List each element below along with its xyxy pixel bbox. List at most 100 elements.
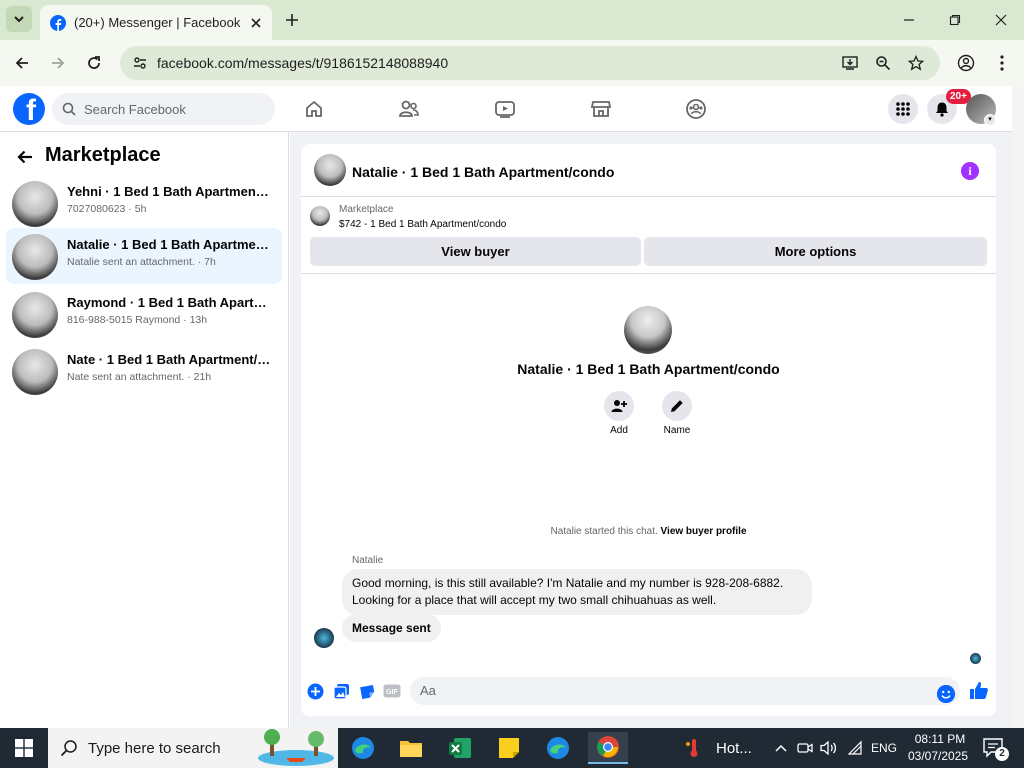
message-line: Looking for a place that will accept my … (352, 593, 717, 607)
incoming-message-bubble[interactable]: Good morning, is this still available? I… (342, 569, 812, 615)
nav-groups[interactable] (681, 94, 711, 124)
network-button[interactable] (845, 738, 865, 758)
attach-photo-button[interactable] (332, 682, 350, 700)
clock-time[interactable]: 08:11 PM (912, 732, 968, 746)
name-button[interactable] (662, 391, 692, 421)
sidebar-title: Marketplace (45, 144, 161, 166)
listing-thumbnail[interactable] (310, 206, 330, 226)
reload-button[interactable] (80, 49, 108, 77)
sticky-note-icon (499, 738, 519, 758)
grid-menu-icon (896, 102, 910, 116)
tab-list-button[interactable] (6, 6, 32, 32)
install-app-button[interactable] (838, 51, 862, 75)
profile-thumbnail (624, 306, 672, 354)
minimize-icon (904, 19, 914, 21)
facebook-logo-icon[interactable]: f (13, 93, 45, 125)
show-hidden-icons-button[interactable] (771, 738, 791, 758)
gif-button[interactable]: GIF (383, 682, 401, 700)
weather-icon[interactable] (684, 738, 704, 758)
taskbar-search[interactable]: Type here to search (48, 728, 338, 768)
tab-close-button[interactable] (244, 11, 268, 35)
name-label: Name (663, 425, 691, 436)
sender-avatar[interactable] (314, 628, 334, 648)
like-button[interactable] (969, 680, 989, 700)
divider (301, 273, 996, 274)
chat-header: Natalie · 1 Bed 1 Bath Apartment/condo i (301, 144, 996, 197)
nav-marketplace[interactable] (586, 94, 616, 124)
profile-button[interactable] (952, 49, 980, 77)
volume-button[interactable] (819, 738, 839, 758)
facebook-search-input[interactable] (84, 101, 254, 117)
sticker-button[interactable] (358, 682, 376, 700)
chat-header-thumbnail[interactable] (314, 154, 346, 186)
chat-panel: Natalie · 1 Bed 1 Bath Apartment/condo i… (301, 144, 996, 716)
video-icon (495, 101, 515, 118)
view-buyer-button[interactable]: View buyer (310, 237, 641, 266)
chat-title[interactable]: Natalie · 1 Bed 1 Bath Apartment/condo (352, 164, 614, 180)
outgoing-message-bubble[interactable]: Message sent (342, 614, 441, 642)
restore-button[interactable] (932, 0, 978, 40)
edge-icon (547, 737, 569, 759)
minimize-button[interactable] (886, 0, 932, 40)
friends-icon (399, 100, 419, 117)
thumbs-up-icon (970, 682, 988, 699)
weather-text[interactable]: Hot... (716, 740, 752, 757)
menu-button[interactable] (888, 94, 918, 124)
url-text[interactable]: facebook.com/messages/t/9186152148088940 (157, 55, 448, 71)
start-button[interactable] (0, 728, 48, 768)
browser-tab-messenger[interactable]: (20+) Messenger | Facebook (40, 5, 272, 40)
meet-now-button[interactable] (795, 738, 815, 758)
conversation-item[interactable]: Yehni · 1 Bed 1 Bath Apartment/co... 702… (6, 175, 282, 231)
conversation-preview: 816-988-5015 Raymond · 13h (67, 314, 208, 326)
conversation-thumbnail (12, 234, 58, 280)
taskbar-app-chrome[interactable] (588, 732, 628, 764)
clock-date[interactable]: 03/07/2025 (906, 749, 970, 763)
thermometer-icon (686, 739, 698, 757)
facebook-favicon-icon (50, 14, 66, 31)
facebook-search[interactable] (52, 93, 275, 125)
info-icon[interactable]: i (961, 162, 979, 180)
view-buyer-profile-link[interactable]: View buyer profile (661, 526, 747, 537)
taskbar-app-sticky-notes[interactable] (489, 732, 529, 764)
back-button[interactable] (12, 144, 38, 170)
taskbar-app-edge-2[interactable] (538, 732, 578, 764)
browser-tab-bar: (20+) Messenger | Facebook (0, 0, 1024, 40)
new-tab-button[interactable] (280, 8, 304, 32)
close-icon (251, 17, 261, 28)
zoom-button[interactable] (871, 51, 895, 75)
nav-video[interactable] (490, 94, 520, 124)
nav-home[interactable] (299, 94, 329, 124)
browser-menu-button[interactable] (988, 49, 1016, 77)
emoji-button[interactable] (937, 685, 955, 703)
search-icon (62, 102, 76, 116)
add-label: Add (610, 425, 628, 436)
bookmark-button[interactable] (904, 51, 928, 75)
more-actions-button[interactable] (306, 682, 324, 700)
message-input[interactable] (420, 683, 920, 698)
nav-friends[interactable] (394, 94, 424, 124)
close-window-button[interactable] (978, 0, 1024, 40)
listing-price[interactable]: $742 - 1 Bed 1 Bath Apartment/condo (339, 219, 506, 230)
page-scrollbar[interactable] (1012, 86, 1024, 728)
taskbar-app-file-explorer[interactable] (391, 732, 431, 764)
conversation-name: Nate · 1 Bed 1 Bath Apartment/con... (67, 352, 272, 367)
more-options-button[interactable]: More options (644, 237, 987, 266)
conversation-item[interactable]: Nate · 1 Bed 1 Bath Apartment/con... Nat… (6, 343, 282, 399)
taskbar-search-text: Type here to search (88, 739, 221, 757)
site-info-button[interactable] (128, 51, 152, 75)
gif-icon: GIF (383, 684, 401, 698)
conversation-item-active[interactable]: Natalie · 1 Bed 1 Bath Apartment/c... Na… (6, 228, 282, 284)
install-icon (842, 56, 858, 70)
taskbar-app-excel[interactable] (440, 732, 480, 764)
taskbar-app-edge[interactable] (343, 732, 383, 764)
forward-button[interactable] (44, 49, 72, 77)
account-chevron-icon[interactable]: ▾ (984, 114, 996, 126)
language-indicator[interactable]: ENG (871, 741, 897, 755)
home-icon (306, 100, 322, 117)
address-bar[interactable]: facebook.com/messages/t/9186152148088940 (120, 46, 940, 80)
speaker-icon (820, 740, 837, 756)
add-button[interactable] (604, 391, 634, 421)
conversation-item[interactable]: Raymond · 1 Bed 1 Bath Apartmen... 816-9… (6, 286, 282, 342)
back-button[interactable] (8, 49, 36, 77)
conversation-preview: 7027080623 · 5h (67, 203, 147, 215)
